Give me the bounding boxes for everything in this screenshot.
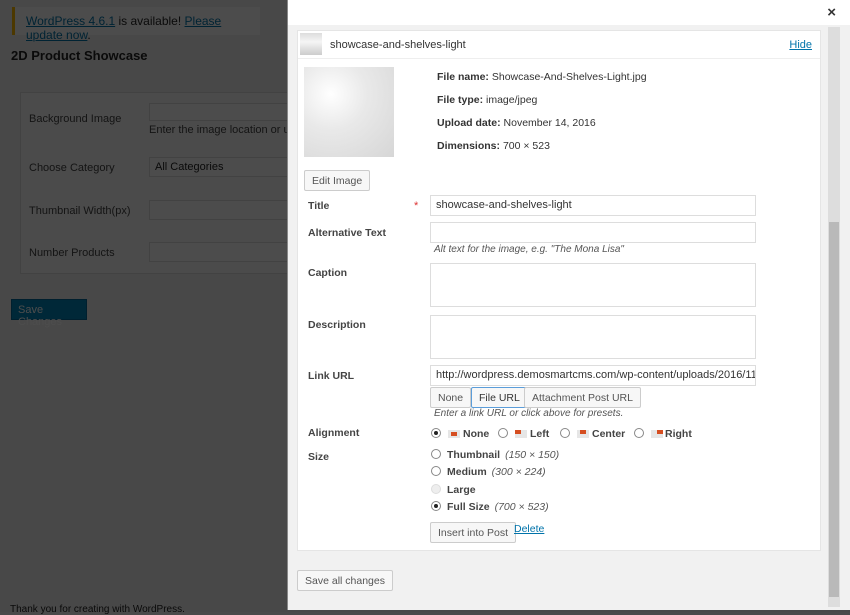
alt-text-hint: Alt text for the image, e.g. "The Mona L… (434, 244, 624, 255)
size-medium-label: Medium (300 × 224) (447, 466, 546, 478)
size-thumbnail-radio[interactable] (431, 449, 441, 459)
size-large-radio (431, 484, 441, 494)
link-file-url-button[interactable]: File URL (471, 387, 528, 408)
field-label: Choose Category (29, 162, 115, 174)
size-thumbnail-label: Thumbnail (150 × 150) (447, 449, 560, 461)
caption-label: Caption (308, 267, 348, 279)
required-mark: * (414, 200, 419, 212)
size-full-label: Full Size (700 × 523) (447, 501, 549, 513)
title-label: Title (308, 200, 330, 212)
edit-image-button[interactable]: Edit Image (304, 170, 371, 191)
save-changes-button[interactable]: Save Changes (11, 299, 87, 328)
align-right-label: Right (665, 428, 692, 440)
scrollbar-thumb[interactable] (829, 222, 839, 597)
meta-file-type: File type: image/jpeg (437, 94, 538, 106)
modal-scrollbar[interactable] (828, 27, 840, 607)
modal-header: × (288, 0, 850, 25)
settings-form: Background Image Enter the image locatio… (20, 92, 349, 274)
title-input[interactable]: showcase-and-shelves-light (430, 195, 756, 216)
link-attachment-post-url-button[interactable]: Attachment Post URL (524, 387, 641, 408)
update-notice: WordPress 4.6.1 is available! Please upd… (12, 7, 260, 42)
align-none-label: None (463, 428, 490, 440)
size-medium-radio[interactable] (431, 466, 441, 476)
description-textarea[interactable] (430, 315, 756, 359)
align-right-icon (651, 430, 663, 438)
align-center-radio[interactable] (560, 428, 570, 438)
footer-text: Thank you for creating with WordPress. (10, 604, 185, 615)
delete-link[interactable]: Delete (514, 523, 544, 535)
meta-dimensions: Dimensions: 700 × 523 (437, 140, 550, 152)
align-none-radio[interactable] (431, 428, 441, 438)
caption-textarea[interactable] (430, 263, 756, 307)
attachment-title: showcase-and-shelves-light (330, 39, 466, 51)
save-all-changes-button[interactable]: Save all changes (297, 570, 393, 591)
align-none-icon (448, 430, 460, 438)
link-none-button[interactable]: None (430, 387, 472, 408)
align-center-label: Center (592, 428, 626, 440)
link-hint: Enter a link URL or click above for pres… (434, 408, 624, 419)
meta-file-name: File name: Showcase-And-Shelves-Light.jp… (437, 71, 647, 83)
link-url-input[interactable]: http://wordpress.demosmartcms.com/wp-con… (430, 365, 756, 386)
close-icon[interactable]: × (827, 4, 836, 21)
notice-text: is available! (115, 14, 185, 28)
link-url-label: Link URL (308, 370, 355, 382)
field-label: Thumbnail Width(px) (29, 205, 131, 217)
align-left-radio[interactable] (498, 428, 508, 438)
align-right-radio[interactable] (634, 428, 644, 438)
page-title: 2D Product Showcase (11, 48, 148, 63)
field-label: Number Products (29, 247, 115, 259)
size-full-radio[interactable] (431, 501, 441, 511)
attachment-card: showcase-and-shelves-light Hide File nam… (297, 30, 821, 551)
align-center-icon (577, 430, 589, 438)
field-help: Enter the image location or up (149, 124, 296, 136)
field-label: Background Image (29, 113, 122, 125)
alt-text-label: Alternative Text (308, 227, 386, 239)
hide-link[interactable]: Hide (789, 39, 812, 51)
attachment-header: showcase-and-shelves-light Hide (298, 31, 820, 59)
align-left-label: Left (530, 428, 550, 440)
attachment-details-modal: × showcase-and-shelves-light Hide File n… (287, 0, 850, 610)
size-large-label: Large (447, 484, 476, 496)
size-label: Size (308, 451, 330, 463)
description-label: Description (308, 319, 366, 331)
notice-end: . (87, 28, 91, 42)
attachment-thumbnail (300, 33, 322, 55)
alignment-label: Alignment (308, 427, 360, 439)
image-preview (304, 67, 394, 157)
alt-text-input[interactable] (430, 222, 756, 243)
align-left-icon (515, 430, 527, 438)
insert-into-post-button[interactable]: Insert into Post (430, 522, 517, 543)
version-link[interactable]: WordPress 4.6.1 (26, 14, 115, 28)
meta-upload-date: Upload date: November 14, 2016 (437, 117, 596, 129)
